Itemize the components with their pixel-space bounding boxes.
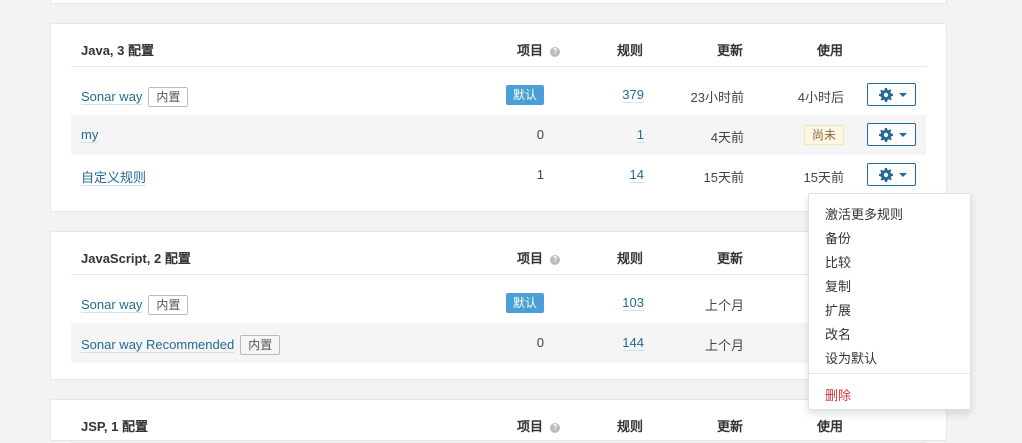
profile-actions-button[interactable] bbox=[867, 163, 916, 186]
rules-count-link[interactable]: 103 bbox=[622, 295, 644, 311]
help-icon[interactable]: ? bbox=[550, 423, 561, 433]
profile-name-link[interactable]: Sonar way bbox=[81, 89, 143, 105]
menu-divider bbox=[809, 373, 970, 374]
gear-icon bbox=[879, 128, 893, 142]
updated-text: 4天前 bbox=[710, 130, 744, 145]
column-projects: 项目? bbox=[517, 416, 561, 435]
profile-name-link[interactable]: Sonar way bbox=[81, 297, 143, 313]
rules-count-link[interactable]: 14 bbox=[629, 167, 644, 183]
language-title: Java, 3 配置 bbox=[81, 43, 154, 58]
column-updated: 更新 bbox=[717, 251, 744, 266]
used-text: 4小时后 bbox=[797, 90, 844, 105]
builtin-badge: 内置 bbox=[148, 87, 189, 107]
projects-count: 0 bbox=[536, 335, 544, 350]
menu-item-backup[interactable]: 备份 bbox=[825, 228, 851, 247]
projects-count: 0 bbox=[536, 127, 544, 142]
menu-item-activate-rules[interactable]: 激活更多规则 bbox=[825, 204, 903, 223]
language-title: JavaScript, 2 配置 bbox=[81, 251, 191, 266]
menu-item-extend[interactable]: 扩展 bbox=[825, 300, 851, 319]
profile-name-link[interactable]: 自定义规则 bbox=[81, 170, 147, 186]
column-projects: 项目? bbox=[517, 40, 561, 59]
column-rules: 规则 bbox=[617, 43, 644, 58]
menu-item-delete[interactable]: 删除 bbox=[825, 385, 851, 404]
menu-item-set-default[interactable]: 设为默认 bbox=[825, 348, 877, 367]
column-projects: 项目? bbox=[517, 248, 561, 267]
help-icon[interactable]: ? bbox=[550, 47, 561, 57]
menu-item-compare[interactable]: 比较 bbox=[825, 252, 851, 271]
menu-item-rename[interactable]: 改名 bbox=[825, 324, 851, 343]
java-card-header: Java, 3 配置 项目? 规则 更新 使用 bbox=[71, 24, 926, 67]
rules-count-link[interactable]: 1 bbox=[636, 127, 644, 143]
previous-language-card bbox=[50, 0, 947, 4]
profile-name-link[interactable]: Sonar way Recommended bbox=[81, 337, 235, 353]
profile-actions-button[interactable] bbox=[867, 123, 916, 146]
gear-icon bbox=[879, 88, 893, 102]
profile-name-link[interactable]: my bbox=[81, 127, 99, 143]
rules-count-link[interactable]: 379 bbox=[622, 87, 644, 103]
javascript-card-header: JavaScript, 2 配置 项目? 规则 更新 使用 bbox=[71, 232, 926, 275]
java-profiles-card: Java, 3 配置 项目? 规则 更新 使用 Sonar way 内置 默认 3… bbox=[50, 23, 947, 212]
column-used: 使用 bbox=[817, 43, 844, 58]
profile-row: 自定义规则 1 14 15天前 15天前 bbox=[71, 155, 926, 195]
column-used: 使用 bbox=[817, 419, 844, 434]
profile-row: Sonar way 内置 默认 103 上个月 bbox=[71, 283, 926, 323]
caret-down-icon bbox=[899, 133, 907, 137]
jsp-card-header: JSP, 1 配置 项目? 规则 更新 使用 bbox=[71, 400, 926, 443]
updated-text: 上个月 bbox=[704, 298, 744, 313]
default-badge: 默认 bbox=[505, 293, 544, 313]
caret-down-icon bbox=[899, 93, 907, 97]
column-updated: 更新 bbox=[717, 419, 744, 434]
column-rules: 规则 bbox=[617, 419, 644, 434]
never-used-badge: 尚未 bbox=[803, 125, 844, 145]
default-badge: 默认 bbox=[505, 85, 544, 105]
rules-count-link[interactable]: 144 bbox=[622, 335, 644, 351]
profile-row: Sonar way Recommended 内置 0 144 上个月 bbox=[71, 323, 926, 363]
updated-text: 上个月 bbox=[704, 338, 744, 353]
builtin-badge: 内置 bbox=[148, 295, 189, 315]
menu-item-copy[interactable]: 复制 bbox=[825, 276, 851, 295]
help-icon[interactable]: ? bbox=[550, 255, 561, 265]
used-text: 15天前 bbox=[803, 170, 844, 185]
profile-actions-button[interactable] bbox=[867, 83, 916, 106]
gear-icon bbox=[879, 168, 893, 182]
profile-row: my 0 1 4天前 尚未 bbox=[71, 115, 926, 155]
caret-down-icon bbox=[899, 173, 907, 177]
updated-text: 15天前 bbox=[703, 170, 744, 185]
column-rules: 规则 bbox=[617, 251, 644, 266]
updated-text: 23小时前 bbox=[690, 90, 744, 105]
profile-actions-menu: 激活更多规则 备份 比较 复制 扩展 改名 设为默认 删除 bbox=[808, 193, 971, 410]
language-title: JSP, 1 配置 bbox=[81, 419, 148, 434]
projects-count: 1 bbox=[536, 167, 544, 182]
builtin-badge: 内置 bbox=[240, 335, 281, 355]
profile-row: Sonar way 内置 默认 379 23小时前 4小时后 bbox=[71, 75, 926, 115]
column-updated: 更新 bbox=[717, 43, 744, 58]
